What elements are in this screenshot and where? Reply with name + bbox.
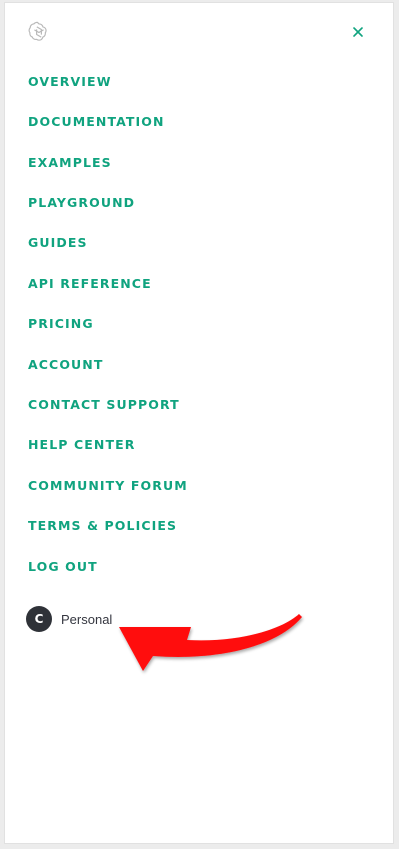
nav-item-api-reference[interactable]: API REFERENCE (28, 274, 152, 294)
nav-item-playground[interactable]: PLAYGROUND (28, 193, 135, 213)
nav-item-documentation[interactable]: DOCUMENTATION (28, 112, 165, 132)
openai-logo-icon[interactable] (28, 21, 50, 43)
account-switcher[interactable]: C Personal (26, 606, 112, 632)
nav-item-community-forum[interactable]: COMMUNITY FORUM (28, 476, 188, 496)
red-arrow-icon (119, 614, 302, 671)
nav-item-examples[interactable]: EXAMPLES (28, 153, 112, 173)
nav-item-help-center[interactable]: HELP CENTER (28, 435, 135, 455)
avatar: C (26, 606, 52, 632)
account-label: Personal (61, 611, 113, 627)
nav-item-contact-support[interactable]: CONTACT SUPPORT (28, 395, 180, 415)
nav-item-pricing[interactable]: PRICING (28, 314, 94, 334)
navigation-drawer: OVERVIEW DOCUMENTATION EXAMPLES PLAYGROU… (4, 2, 394, 844)
nav-item-overview[interactable]: OVERVIEW (28, 72, 112, 92)
nav-item-account[interactable]: ACCOUNT (28, 355, 104, 375)
nav-item-log-out[interactable]: LOG OUT (28, 557, 98, 577)
nav-item-guides[interactable]: GUIDES (28, 233, 88, 253)
nav-item-terms-policies[interactable]: TERMS & POLICIES (28, 516, 177, 536)
close-icon[interactable] (351, 25, 365, 39)
